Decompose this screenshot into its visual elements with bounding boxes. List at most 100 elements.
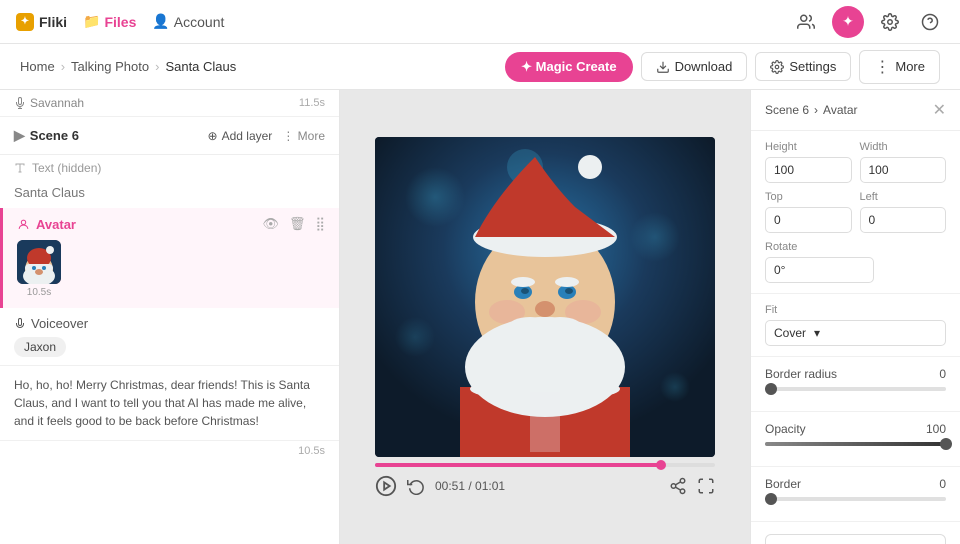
border-value: 0 — [939, 477, 946, 491]
avatar-layer-actions: 👁 🗑 ⣿ — [262, 216, 325, 232]
voiceover-text: Ho, ho, ho! Merry Christmas, dear friend… — [0, 366, 339, 441]
team-icon-btn[interactable] — [792, 8, 820, 36]
fullscreen-button[interactable] — [697, 477, 715, 495]
border-radius-thumb[interactable] — [765, 383, 777, 395]
avatar-delete-btn[interactable]: 🗑 — [289, 216, 306, 232]
size-section: Height Width Top Left — [751, 131, 960, 294]
settings-button[interactable]: Settings — [755, 52, 851, 81]
border-slider[interactable] — [765, 497, 946, 501]
progress-track[interactable] — [375, 463, 715, 467]
fit-value: Cover — [774, 326, 806, 340]
breadcrumb-current: Santa Claus — [165, 59, 236, 74]
width-label: Width — [860, 141, 947, 153]
top-left-row: Top Left — [765, 191, 946, 233]
settings-icon-btn[interactable] — [876, 8, 904, 36]
more-dots-icon: ⋮ — [874, 57, 890, 77]
left-input[interactable] — [860, 207, 947, 233]
nav-files-link[interactable]: 📁 Files — [83, 13, 136, 30]
border-radius-value: 0 — [939, 367, 946, 381]
scene-title: ▶ Scene 6 — [14, 127, 79, 144]
opacity-row: Opacity 100 — [765, 422, 946, 436]
scene-more-label: More — [298, 129, 325, 143]
center-panel: 00:51 / 01:01 — [340, 90, 750, 544]
rotate-input[interactable] — [765, 257, 874, 283]
border-radius-row: Border radius 0 — [765, 367, 946, 381]
download-label: Download — [675, 59, 733, 74]
fit-section: Fit Cover ▾ — [751, 294, 960, 357]
right-panel: Scene 6 › Avatar ✕ Height Width — [750, 90, 960, 544]
nav-logo[interactable]: ✦ Fliki — [16, 13, 67, 31]
more-label: More — [895, 59, 925, 74]
border-row: Border 0 — [765, 477, 946, 491]
generate-avatar-video-button[interactable]: Generate avatar video — [765, 534, 946, 544]
fit-label: Fit — [765, 304, 946, 316]
progress-thumb[interactable] — [656, 460, 666, 470]
current-time: 00:51 — [435, 479, 465, 493]
width-field: Width — [860, 141, 947, 183]
santa-video-frame — [375, 137, 715, 457]
breadcrumb-home[interactable]: Home — [20, 59, 55, 74]
user-avatar-btn[interactable]: ✦ — [832, 6, 864, 38]
avatar-thumb-section: 10.5s — [3, 236, 339, 308]
height-input[interactable] — [765, 157, 852, 183]
settings-label: Settings — [789, 59, 836, 74]
avatar-layer-header: Avatar 👁 🗑 ⣿ — [3, 208, 339, 236]
total-time: 01:01 — [475, 479, 505, 493]
toolbar: Home › Talking Photo › Santa Claus ✦ Mag… — [0, 44, 960, 90]
voiceover-duration: 10.5s — [0, 441, 339, 461]
voiceover-label: Voiceover — [14, 316, 325, 331]
opacity-fill — [765, 442, 946, 446]
play-button[interactable] — [375, 475, 397, 497]
breadcrumb-sep-1: › — [61, 59, 65, 74]
opacity-section: Opacity 100 — [751, 412, 960, 467]
mic-icon — [14, 97, 26, 109]
border-track — [765, 497, 946, 501]
add-layer-label: Add layer — [222, 129, 273, 143]
scene-title-text: Scene 6 — [30, 128, 79, 143]
scene-actions: ⊕ Add layer ⋮ More — [208, 129, 325, 143]
more-button[interactable]: ⋮ More — [859, 50, 940, 84]
share-button[interactable] — [669, 477, 687, 495]
add-layer-btn[interactable]: ⊕ Add layer — [208, 129, 273, 143]
top-input[interactable] — [765, 207, 852, 233]
left-field: Left — [860, 191, 947, 233]
top-label: Top — [765, 191, 852, 203]
help-icon-btn[interactable] — [916, 8, 944, 36]
fit-select[interactable]: Cover ▾ — [765, 320, 946, 346]
voiceover-label-text: Voiceover — [31, 316, 88, 331]
border-radius-slider[interactable] — [765, 387, 946, 391]
avatar-thumb-img — [17, 240, 61, 284]
avatar-layer: Avatar 👁 🗑 ⣿ — [0, 208, 339, 308]
replay-button[interactable] — [407, 477, 425, 495]
right-panel-header: Scene 6 › Avatar ✕ — [751, 90, 960, 131]
text-layer-value: Santa Claus — [0, 181, 339, 208]
download-button[interactable]: Download — [641, 52, 748, 81]
video-controls: 00:51 / 01:01 — [375, 467, 715, 497]
border-thumb[interactable] — [765, 493, 777, 505]
opacity-track — [765, 442, 946, 446]
breadcrumb: Home › Talking Photo › Santa Claus — [20, 59, 236, 74]
rotate-field: Rotate — [765, 241, 946, 283]
height-field: Height — [765, 141, 852, 183]
voiceover-mic-icon — [14, 318, 26, 330]
opacity-label: Opacity — [765, 422, 806, 436]
avatar-layer-label: Avatar — [36, 217, 76, 232]
close-panel-btn[interactable]: ✕ — [933, 100, 946, 120]
opacity-slider[interactable] — [765, 442, 946, 446]
toolbar-right: ✦ Magic Create Download Settings ⋮ More — [505, 50, 940, 84]
savannah-text: Savannah — [30, 96, 84, 110]
breadcrumb-sep-2: › — [155, 59, 159, 74]
nav-account-link[interactable]: 👤 Account — [152, 13, 224, 30]
nav-right: ✦ — [792, 6, 944, 38]
border-radius-label: Border radius — [765, 367, 837, 381]
scene-header: ▶ Scene 6 ⊕ Add layer ⋮ More — [0, 117, 339, 155]
scene-more-btn[interactable]: ⋮ More — [282, 129, 325, 143]
main-layout: Savannah 11.5s ▶ Scene 6 ⊕ Add layer ⋮ M… — [0, 90, 960, 544]
opacity-thumb[interactable] — [940, 438, 952, 450]
width-input[interactable] — [860, 157, 947, 183]
magic-create-button[interactable]: ✦ Magic Create — [505, 52, 632, 82]
avatar-drag-btn[interactable]: ⣿ — [315, 216, 325, 232]
voice-name-tag[interactable]: Jaxon — [14, 337, 66, 357]
breadcrumb-talking-photo[interactable]: Talking Photo — [71, 59, 149, 74]
avatar-eye-btn[interactable]: 👁 — [262, 216, 279, 232]
